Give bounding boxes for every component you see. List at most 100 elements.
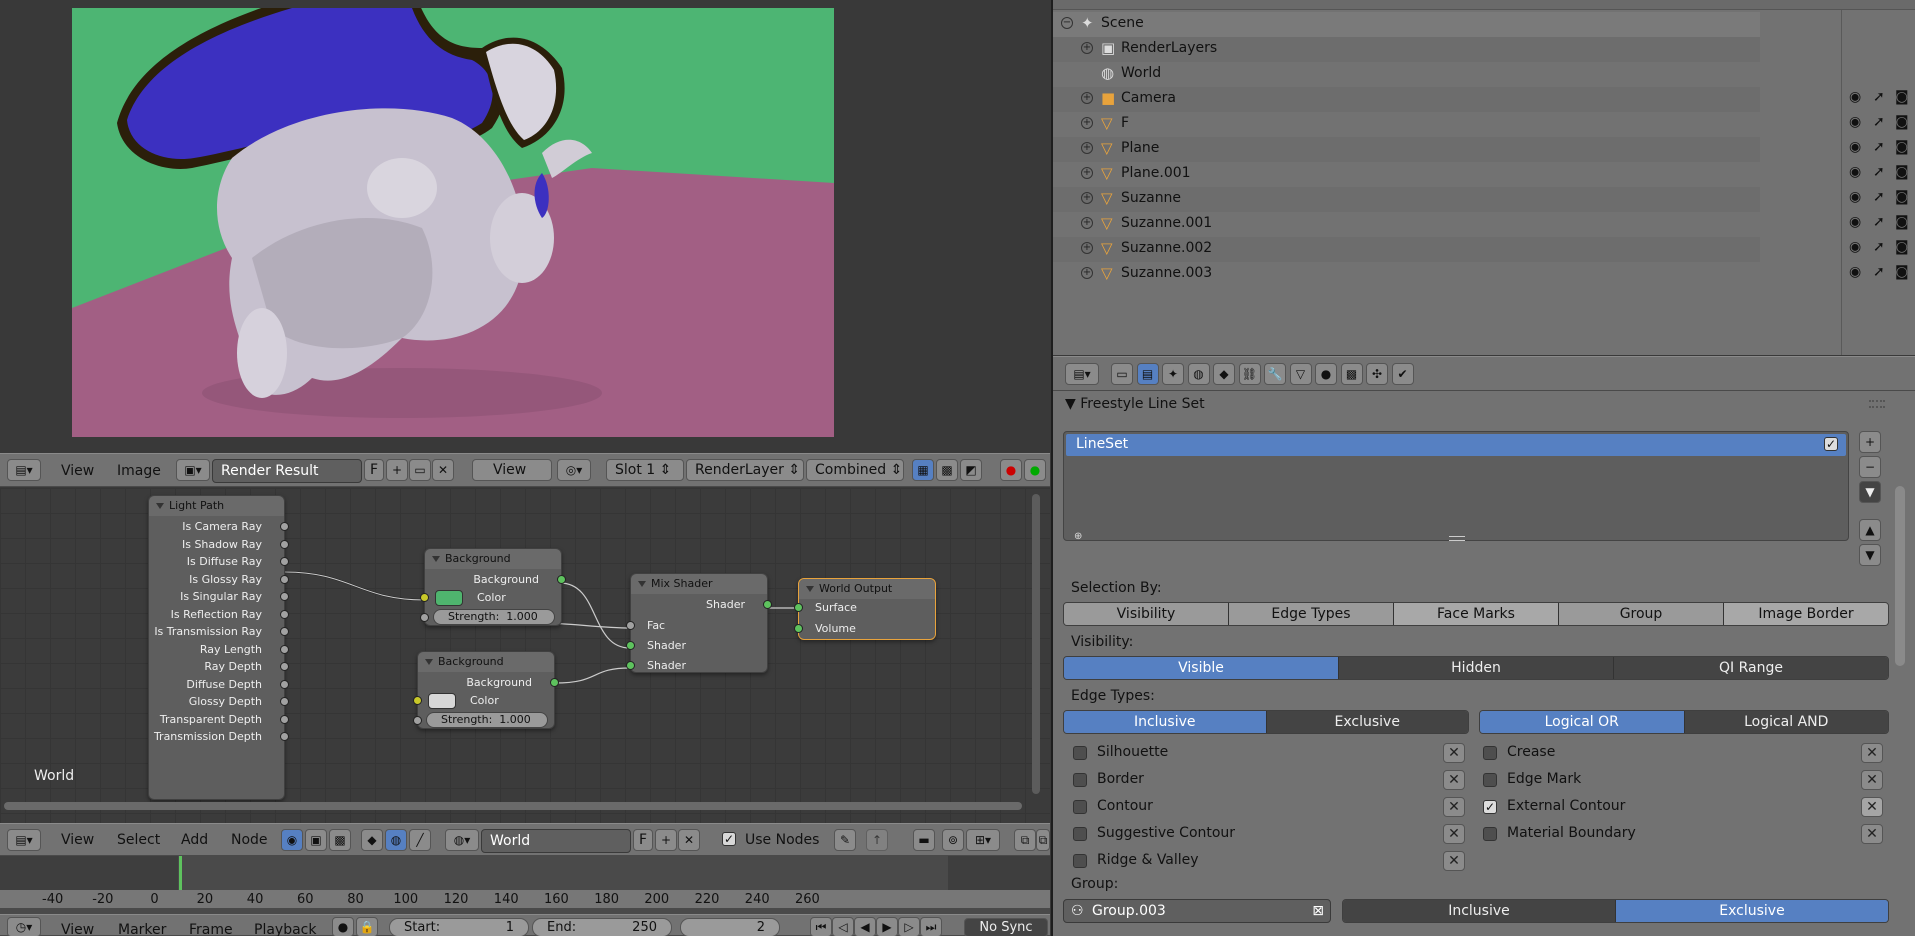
edge-border-checkbox[interactable] (1073, 773, 1087, 787)
constraints-icon[interactable]: ⛓ (1238, 363, 1261, 385)
visibility-eye-icon[interactable]: ◉ (1849, 264, 1861, 280)
outliner-row[interactable]: + ▽ Plane.001 ◉ ➚ ◙ (1053, 162, 1909, 187)
data-icon[interactable]: ▽ (1289, 363, 1312, 385)
menu-node[interactable]: Node (231, 833, 268, 847)
render-icon[interactable]: ▭ (1111, 363, 1133, 385)
next-keyframe-icon[interactable]: ▷ (898, 917, 920, 936)
world-output-volume-socket[interactable] (794, 624, 803, 633)
view-dropdown[interactable]: View (472, 459, 552, 481)
unlink-image-icon[interactable]: ✕ (432, 459, 454, 481)
pin-icon[interactable]: ✎ (834, 829, 856, 851)
outliner-row[interactable]: + ▽ Suzanne.002 ◉ ➚ ◙ (1053, 237, 1909, 262)
outliner-row[interactable]: + ▽ Suzanne.003 ◉ ➚ ◙ (1053, 262, 1909, 287)
outliner-row[interactable]: + ▽ F ◉ ➚ ◙ (1053, 112, 1909, 137)
group-clear-icon[interactable]: ⊠ (1312, 900, 1324, 922)
node-editor-vscroll[interactable] (1032, 494, 1040, 794)
option-qi-range[interactable]: QI Range (1614, 657, 1888, 679)
play-icon[interactable]: ▶ (876, 917, 898, 936)
new-world-icon[interactable]: + (655, 829, 677, 851)
edge-exclude-toggle-icon[interactable]: ✕ (1443, 851, 1465, 871)
edge-exclude-toggle-icon[interactable]: ✕ (1861, 770, 1883, 790)
background-1-color-swatch[interactable] (435, 590, 463, 606)
menu-image[interactable]: Image (117, 464, 161, 478)
visibility-eye-icon[interactable]: ◉ (1849, 139, 1861, 155)
play-reverse-icon[interactable]: ◀ (854, 917, 876, 936)
outliner-row[interactable]: + ▽ Suzanne.001 ◉ ➚ ◙ (1053, 212, 1909, 237)
edge-exclude-toggle-icon[interactable]: ✕ (1861, 797, 1883, 817)
editor-type-icon[interactable]: ▤▾ (7, 829, 41, 851)
mix-shader-shader2-socket[interactable] (626, 661, 635, 670)
world-browse-icon[interactable]: ◍▾ (445, 829, 479, 851)
properties-scrollbar[interactable] (1895, 486, 1905, 666)
background-2-output-socket[interactable] (550, 678, 559, 687)
line-style-icon[interactable]: ╱ (409, 829, 431, 851)
mix-shader-fac-socket[interactable] (626, 621, 635, 630)
lock-icon[interactable]: 🔒 (356, 917, 378, 936)
expand-icon[interactable]: + (1081, 192, 1093, 204)
expand-icon[interactable]: + (1081, 267, 1093, 279)
background-2-strength-field[interactable]: Strength: 1.000 (426, 712, 548, 728)
playhead[interactable] (179, 856, 182, 890)
image-name-field[interactable]: Render Result (212, 459, 362, 483)
outliner-item-name[interactable]: F (1121, 115, 1129, 131)
mix-shader-output-socket[interactable] (763, 600, 772, 609)
selectable-cursor-icon[interactable]: ➚ (1873, 164, 1885, 180)
light-path-output-socket[interactable] (280, 574, 289, 584)
outliner-row[interactable]: + ■ Camera ◉ ➚ ◙ (1053, 87, 1909, 112)
world-output-surface-socket[interactable] (794, 603, 803, 612)
freestyle-line-set-panel-title[interactable]: ▼ Freestyle Line Set (1065, 396, 1205, 412)
fake-user-button[interactable]: F (633, 829, 653, 851)
option-inclusive[interactable]: Inclusive (1064, 711, 1267, 733)
outliner-item-name[interactable]: RenderLayers (1121, 40, 1217, 56)
new-image-icon[interactable]: + (386, 459, 408, 481)
menu-view[interactable]: View (61, 464, 94, 478)
edge-exclude-toggle-icon[interactable]: ✕ (1443, 824, 1465, 844)
start-frame-field[interactable]: Start: 1 (389, 918, 529, 936)
jump-start-icon[interactable]: ⏮ (810, 917, 832, 936)
option-group[interactable]: Group (1559, 603, 1724, 625)
edge-external-contour-checkbox[interactable]: ✓ (1483, 800, 1497, 814)
visibility-eye-icon[interactable]: ◉ (1849, 89, 1861, 105)
lineset-specials-icon[interactable]: ▼ (1859, 481, 1881, 503)
edge-contour-checkbox[interactable] (1073, 800, 1087, 814)
edge-silhouette-checkbox[interactable] (1073, 746, 1087, 760)
background-2-color-socket[interactable] (413, 696, 422, 705)
option-image-border[interactable]: Image Border (1724, 603, 1888, 625)
mix-shader-shader1-socket[interactable] (626, 641, 635, 650)
editor-type-icon[interactable]: ▤▾ (7, 459, 41, 481)
light-path-node[interactable]: Light Path Is Camera Ray Is Shadow Ray Is … (148, 495, 289, 800)
compositing-nodes-icon[interactable]: ▣ (305, 829, 327, 851)
end-frame-field[interactable]: End: 250 (532, 918, 672, 936)
option-visible[interactable]: Visible (1064, 657, 1339, 679)
renderable-camera-icon[interactable]: ◙ (1895, 164, 1909, 180)
expand-icon[interactable]: + (1081, 117, 1093, 129)
visibility-eye-icon[interactable]: ◉ (1849, 239, 1861, 255)
image-browse-icon[interactable]: ▣▾ (176, 459, 210, 481)
option-edge-types[interactable]: Edge Types (1229, 603, 1394, 625)
outliner-row[interactable]: + ▣ RenderLayers (1053, 37, 1760, 62)
outliner[interactable]: −✦Scene+▣RenderLayers+◍World+■Camera◉➚◙+… (1053, 0, 1915, 355)
object-icon[interactable]: ◆ (361, 829, 383, 851)
snap-icon[interactable]: ⊚ (942, 829, 964, 851)
move-up-icon[interactable]: ▲ (1859, 519, 1881, 541)
properties-editor[interactable]: ▤▾ ▭ ▤ ✦ ◍ ◆ ⛓ 🔧 ▽ ● ▩ ✣ ✔ ▼ Freestyle Line Set Lin… (1053, 356, 1915, 936)
light-path-output-socket[interactable] (280, 592, 289, 601)
paste-icon[interactable]: ⧉ (1036, 829, 1050, 851)
light-path-output-socket[interactable] (280, 557, 289, 566)
light-path-output-socket[interactable] (280, 714, 289, 724)
backdrop-icon[interactable]: ▬ (913, 829, 935, 851)
object-icon[interactable]: ◆ (1213, 363, 1235, 385)
outliner-item-name[interactable]: Suzanne.002 (1121, 240, 1212, 256)
red-channel-icon[interactable]: ● (1000, 459, 1022, 481)
panel-drag-handle[interactable] (1869, 400, 1885, 408)
light-path-output-socket[interactable] (280, 679, 289, 689)
edge-exclude-toggle-icon[interactable]: ✕ (1443, 797, 1465, 817)
parent-tree-icon[interactable]: ↑ (866, 829, 888, 851)
shader-nodes-icon[interactable]: ◉ (281, 829, 303, 851)
background-2-strength-socket[interactable] (413, 716, 422, 725)
renderable-camera-icon[interactable]: ◙ (1895, 239, 1909, 255)
light-path-output-socket[interactable] (280, 697, 289, 706)
outliner-item-name[interactable]: Suzanne (1121, 190, 1181, 206)
menu-select[interactable]: Select (117, 833, 160, 847)
option-face-marks[interactable]: Face Marks (1394, 603, 1559, 625)
